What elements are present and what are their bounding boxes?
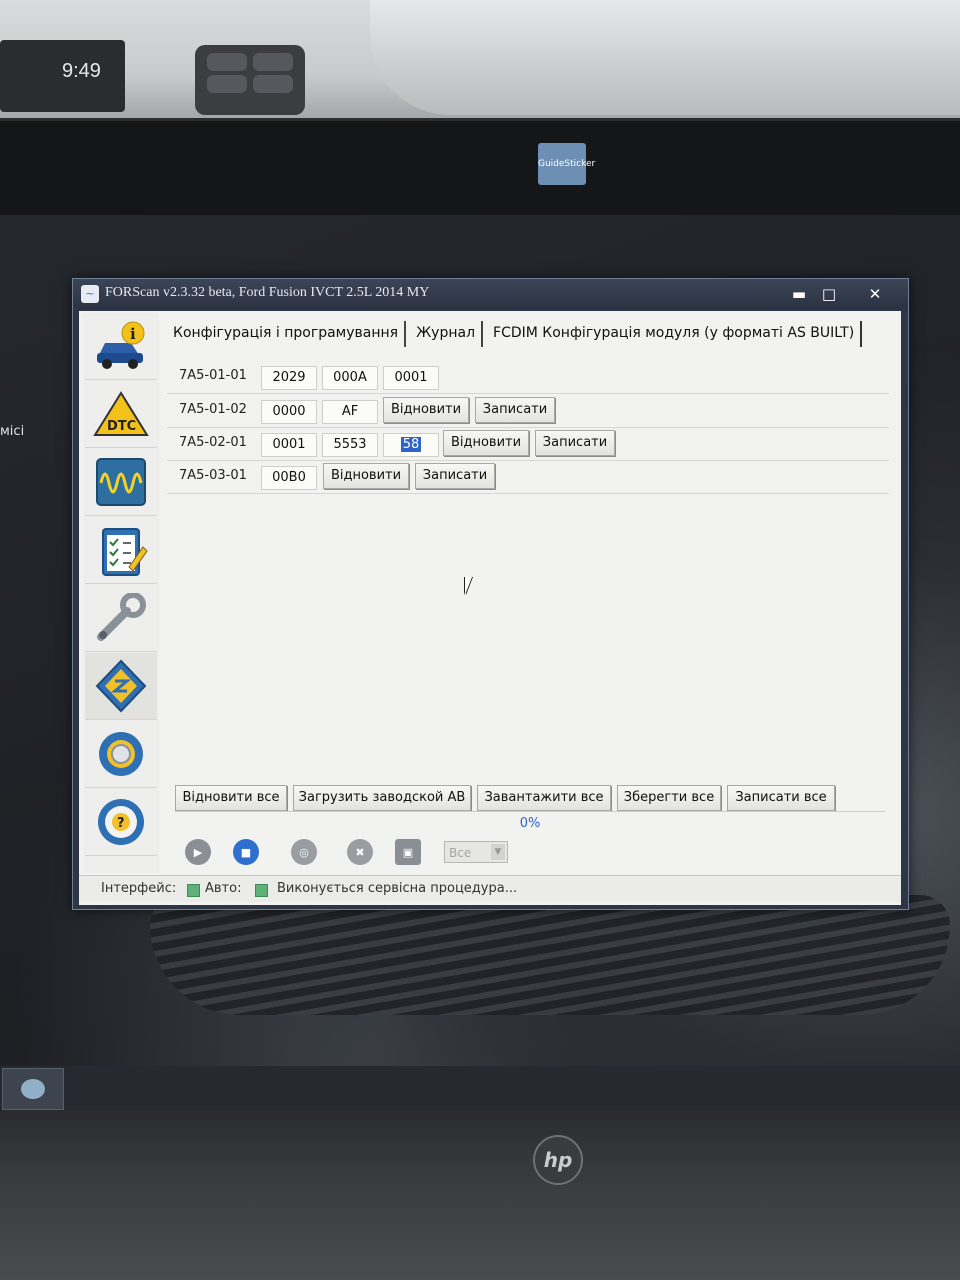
sidebar-oscilloscope-button[interactable] xyxy=(85,449,157,516)
oscilloscope-icon xyxy=(96,458,146,506)
config-row-address: 7A5-02-01 xyxy=(179,435,247,450)
status-message: Виконується сервісна процедура... xyxy=(277,881,518,896)
config-value-field[interactable]: 0001 xyxy=(383,366,439,390)
restore-button[interactable]: Відновити xyxy=(443,430,529,456)
filter-select-value: Все xyxy=(449,846,472,860)
tab-fcdim-as-built[interactable]: FCDIM Конфігурація модуля (у форматі AS … xyxy=(487,321,863,347)
write-button[interactable]: Записати xyxy=(535,430,615,456)
save-disk-icon[interactable]: ▣ xyxy=(395,839,421,865)
selected-text: 58 xyxy=(400,437,422,452)
laptop-hinge xyxy=(0,1110,960,1280)
help-steering-wheel-icon: ? xyxy=(98,799,144,845)
status-bar: Інтерфейс: Авто: Виконується сервісна пр… xyxy=(79,875,901,902)
svg-text:?: ? xyxy=(117,816,125,831)
config-row-address: 7A5-03-01 xyxy=(179,468,247,483)
progress-bar: 0% xyxy=(175,811,885,836)
car-keypad xyxy=(195,45,305,115)
tab-configuration-programming[interactable]: Конфігурація і програмування xyxy=(167,321,407,347)
window-titlebar[interactable]: ~ FORScan v2.3.32 beta, Ford Fusion IVCT… xyxy=(73,279,908,309)
hp-logo: hp xyxy=(533,1135,583,1185)
taskbar-forscan-button[interactable] xyxy=(2,1068,64,1110)
config-value-field[interactable]: 5553 xyxy=(322,433,378,457)
sidebar: i DTC ? xyxy=(83,313,159,873)
sidebar-checklist-button[interactable] xyxy=(85,517,157,584)
config-row-address: 7A5-01-02 xyxy=(179,402,247,417)
progress-text: 0% xyxy=(519,816,541,831)
config-value-field[interactable]: AF xyxy=(322,400,378,424)
settings-gear-icon xyxy=(99,732,143,776)
stop-icon[interactable]: ■ xyxy=(233,839,259,865)
chevron-down-icon: ▼ xyxy=(491,844,505,860)
mouse-cursor xyxy=(465,577,472,595)
tab-bar: Конфігурація і програмування Журнал FCDI… xyxy=(167,321,866,347)
auto-label: Авто: xyxy=(205,881,242,896)
minimize-button[interactable]: ▬ xyxy=(785,283,813,305)
write-button[interactable]: Записати xyxy=(415,463,495,489)
config-row-address: 7A5-01-01 xyxy=(179,368,247,383)
bezel-sticker: GuideSticker xyxy=(538,143,595,185)
close-button[interactable]: ✕ xyxy=(861,283,889,305)
dtc-icon-label: DTC xyxy=(107,419,136,434)
interface-status-led xyxy=(187,884,200,897)
write-all-button[interactable]: Записати все xyxy=(727,785,835,811)
car-dashboard: 9:49 xyxy=(0,0,960,125)
vehicle-info-icon: i xyxy=(97,321,145,369)
sidebar-settings-button[interactable] xyxy=(85,721,157,788)
wallpaper-car-grille xyxy=(150,895,950,1015)
config-row: 7A5-02-01 0001 5553 58 Відновити Записат… xyxy=(167,430,889,461)
restore-all-button[interactable]: Відновити все xyxy=(175,785,287,811)
svg-text:i: i xyxy=(130,325,136,343)
dtc-icon: DTC xyxy=(93,391,149,436)
sidebar-help-button[interactable]: ? xyxy=(85,789,157,856)
maximize-button[interactable]: □ xyxy=(815,283,843,305)
car-console-panel xyxy=(370,0,960,115)
config-value-field[interactable]: 2029 xyxy=(261,366,317,390)
taskbar xyxy=(0,1066,960,1110)
config-value-field-editing[interactable]: 58 xyxy=(383,433,439,457)
config-row: 7A5-03-01 00B0 Відновити Записати xyxy=(167,463,889,494)
checklist-icon xyxy=(102,528,148,576)
window-title: FORScan v2.3.32 beta, Ford Fusion IVCT 2… xyxy=(105,285,430,300)
tab-log[interactable]: Журнал xyxy=(410,321,484,347)
config-value-field[interactable]: 0001 xyxy=(261,433,317,457)
sidebar-dtc-button[interactable]: DTC xyxy=(85,381,157,448)
save-all-button[interactable]: Зберегти все xyxy=(617,785,721,811)
auto-status-led xyxy=(255,884,268,897)
forscan-taskbar-icon xyxy=(21,1079,45,1099)
window-client-area: i DTC ? Конфігурація і програмування Жур… xyxy=(79,311,901,905)
delete-icon[interactable]: ✖ xyxy=(347,839,373,865)
config-row: 7A5-01-02 0000 AF Відновити Записати xyxy=(167,397,889,428)
restore-button[interactable]: Відновити xyxy=(383,397,469,423)
write-button[interactable]: Записати xyxy=(475,397,555,423)
wrench-icon xyxy=(97,593,146,641)
forscan-window: ~ FORScan v2.3.32 beta, Ford Fusion IVCT… xyxy=(72,278,909,910)
interface-label: Інтерфейс: xyxy=(101,881,177,896)
config-value-field[interactable]: 0000 xyxy=(261,400,317,424)
load-factory-ab-button[interactable]: Загрузить заводской AB xyxy=(293,785,471,811)
load-all-button[interactable]: Завантажити все xyxy=(477,785,611,811)
lifebuoy-icon[interactable]: ◎ xyxy=(291,839,317,865)
play-icon[interactable]: ▶ xyxy=(185,839,211,865)
app-logo-icon: ~ xyxy=(81,285,99,303)
config-value-field[interactable]: 00B0 xyxy=(261,466,317,490)
module-config-chip-icon xyxy=(95,659,147,713)
restore-button[interactable]: Відновити xyxy=(323,463,409,489)
config-row: 7A5-01-01 2029 000A 0001 xyxy=(167,363,889,394)
filter-select[interactable]: Все ▼ xyxy=(444,841,508,863)
sidebar-service-button[interactable] xyxy=(85,585,157,652)
desktop-icon-label: місі xyxy=(0,424,25,439)
sidebar-module-config-button[interactable] xyxy=(85,653,157,720)
sidebar-vehicle-info-button[interactable]: i xyxy=(85,313,157,380)
as-built-config-table: 7A5-01-01 2029 000A 0001 7A5-01-02 0000 … xyxy=(167,363,889,494)
car-clock: 9:49 xyxy=(62,60,101,82)
config-value-field[interactable]: 000A xyxy=(322,366,378,390)
